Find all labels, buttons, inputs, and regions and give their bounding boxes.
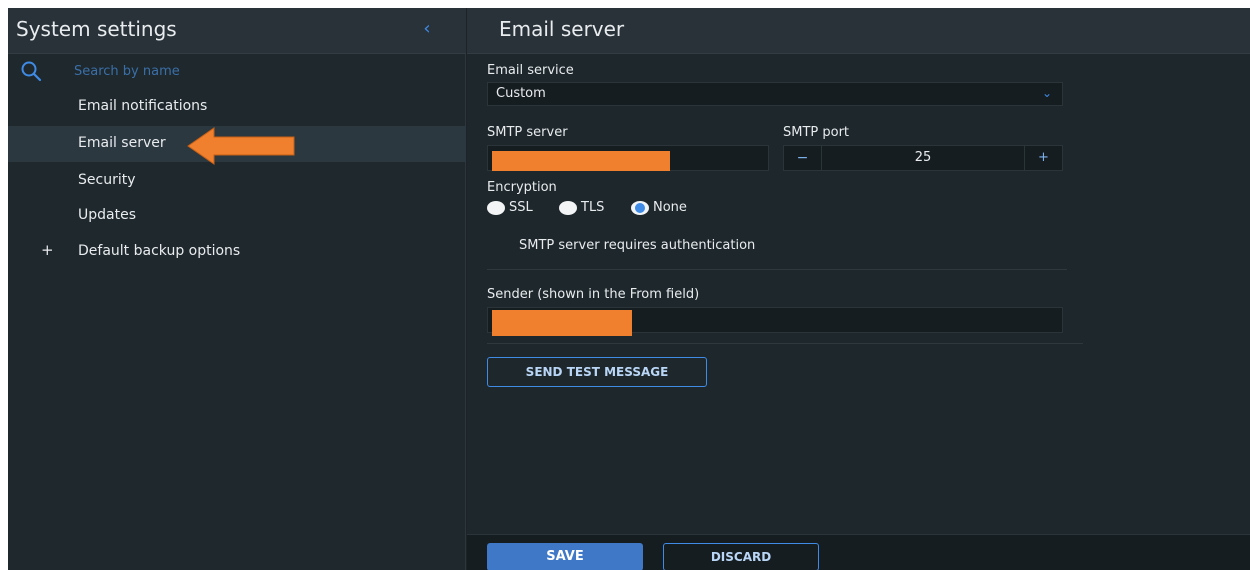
search-input[interactable]: [74, 60, 434, 82]
send-test-message-button[interactable]: SEND TEST MESSAGE: [487, 357, 707, 387]
sidebar-item-default-backup-options[interactable]: + Default backup options: [8, 234, 466, 270]
sidebar-item-label: Email notifications: [78, 98, 208, 114]
annotation-arrow-icon: [187, 127, 295, 165]
radio-dot-selected: [631, 201, 649, 215]
smtp-port-stepper[interactable]: − 25 +: [783, 145, 1063, 171]
main-panel: Email server Email service Custom ⌄ SMTP…: [467, 8, 1250, 570]
radio-dot: [487, 201, 505, 215]
sidebar-item-email-notifications[interactable]: Email notifications: [8, 89, 466, 125]
divider: [487, 343, 1083, 344]
main-header: Email server: [467, 8, 1250, 54]
discard-button[interactable]: DISCARD: [663, 543, 819, 570]
sidebar-item-security[interactable]: Security: [8, 163, 466, 199]
smtp-server-input[interactable]: [487, 145, 769, 171]
chevron-down-icon: ⌄: [1041, 86, 1052, 100]
sidebar-item-label: Updates: [78, 207, 136, 223]
search-icon: [21, 61, 42, 82]
radio-dot: [559, 201, 577, 215]
footer-bar: SAVE DISCARD: [467, 534, 1250, 570]
radio-label: TLS: [581, 200, 605, 215]
save-button[interactable]: SAVE: [487, 543, 643, 570]
settings-window: System settings ‹ Email notifications Em…: [8, 8, 1250, 570]
redaction-block: [492, 310, 632, 336]
chevron-left-icon[interactable]: ‹: [416, 16, 438, 42]
redaction-block: [492, 151, 670, 171]
sidebar-title: System settings: [16, 17, 177, 41]
plus-icon[interactable]: +: [41, 241, 54, 259]
smtp-port-label: SMTP port: [783, 125, 850, 140]
sidebar-item-label: Default backup options: [78, 243, 241, 259]
page-title: Email server: [499, 17, 625, 41]
email-service-label: Email service: [487, 63, 574, 78]
radio-label: None: [653, 200, 687, 215]
smtp-server-label: SMTP server: [487, 125, 568, 140]
radio-label: SSL: [509, 200, 533, 215]
smtp-auth-toggle[interactable]: SMTP server requires authentication: [519, 238, 755, 253]
sidebar-header: System settings ‹: [8, 8, 466, 54]
search-row: [8, 58, 466, 86]
sidebar-item-label: Security: [78, 172, 136, 188]
sidebar-item-label: Email server: [78, 135, 166, 151]
sidebar: System settings ‹ Email notifications Em…: [8, 8, 466, 570]
smtp-port-value[interactable]: 25: [822, 150, 1024, 165]
increment-button[interactable]: +: [1024, 146, 1062, 170]
divider: [487, 269, 1067, 270]
encryption-label: Encryption: [487, 180, 557, 195]
sender-label: Sender (shown in the From field): [487, 287, 700, 302]
email-service-value: Custom: [496, 86, 546, 101]
email-service-select[interactable]: Custom ⌄: [487, 82, 1063, 106]
decrement-button[interactable]: −: [784, 146, 822, 170]
sender-input[interactable]: [487, 307, 1063, 336]
sidebar-item-updates[interactable]: Updates: [8, 198, 466, 234]
